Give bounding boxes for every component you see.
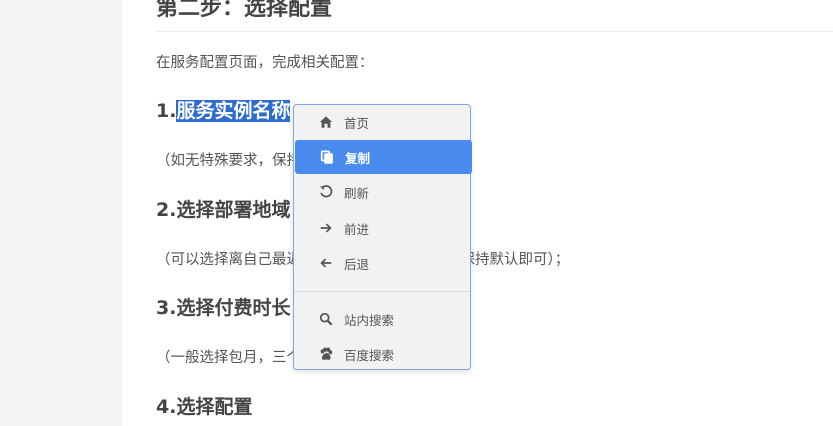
context-menu: 首页 复制 刷新 前进 后退 站内搜索 百度搜索 [293,104,472,371]
menu-item-label: 站内搜索 [344,312,395,328]
menu-item-site-search[interactable]: 站内搜索 [294,302,470,336]
arrow-left-icon [318,255,334,271]
menu-item-refresh[interactable]: 刷新 [294,175,470,209]
menu-separator [294,291,470,292]
menu-item-copy[interactable]: 复制 [295,140,472,174]
menu-item-label: 刷新 [344,185,370,201]
step-2-heading: 2.选择部署地域 [156,199,291,221]
copy-icon [319,149,335,165]
menu-item-label: 后退 [344,256,370,272]
menu-item-back[interactable]: 后退 [294,246,470,280]
menu-item-label: 首页 [344,115,370,131]
step-4-heading: 4.选择配置 [156,396,253,418]
paw-icon [318,346,334,362]
menu-item-label: 复制 [345,150,371,166]
intro-text: 在服务配置页面，完成相关配置： [156,55,374,71]
search-icon [318,311,334,327]
home-icon [318,114,334,130]
selected-text[interactable]: 服务实例名称 [176,100,291,122]
menu-item-label: 前进 [344,221,370,237]
step-1-heading: 1.服务实例名称 [156,98,291,124]
refresh-icon [318,184,334,200]
section-heading: 第二步：选择配置 [156,0,333,21]
step-1-number: 1. [156,100,177,122]
heading-divider [156,31,833,32]
menu-item-home[interactable]: 首页 [294,105,470,139]
left-gutter [0,0,122,426]
step-3-heading: 3.选择付费时长 [156,297,291,319]
menu-item-forward[interactable]: 前进 [294,211,470,245]
article-content: 第二步：选择配置 在服务配置页面，完成相关配置： 1.服务实例名称 （如无特殊要… [122,0,833,426]
menu-item-baidu-search[interactable]: 百度搜索 [294,337,470,371]
menu-item-label: 百度搜索 [344,347,395,363]
arrow-right-icon [318,220,334,236]
